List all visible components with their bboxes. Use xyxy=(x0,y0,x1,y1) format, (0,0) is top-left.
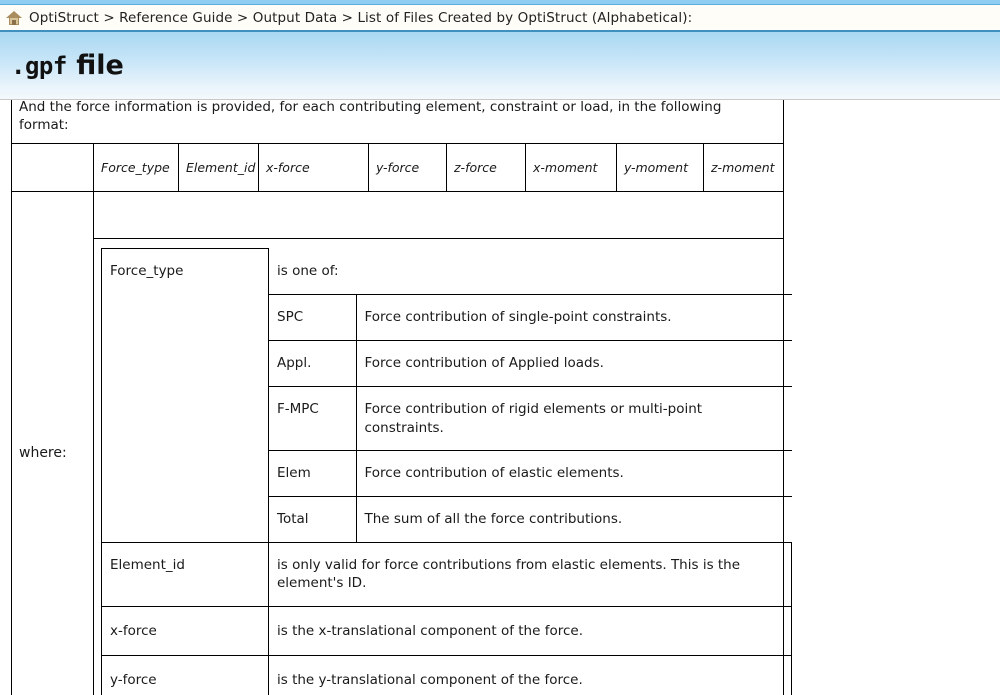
column-header-z-force: z-force xyxy=(446,143,526,193)
force-type-desc-appl: Force contribution of Applied loads. xyxy=(355,339,793,387)
force-type-name-elem: Elem xyxy=(269,450,357,498)
column-header-element-id: Element_id xyxy=(178,143,259,193)
document-content[interactable]: And the force information is provided, f… xyxy=(0,100,1000,695)
definitions-wrapper: Force_type is one of: SPC Force contribu… xyxy=(92,238,793,695)
column-header-y-moment: y-moment xyxy=(616,143,704,193)
force-type-options-table: is one of: SPC Force contribution of sin… xyxy=(269,248,793,543)
force-type-name-spc: SPC xyxy=(269,293,357,341)
definition-value-force-type: is one of: SPC Force contribution of sin… xyxy=(269,248,793,543)
column-header-force-type: Force_type xyxy=(93,143,179,193)
force-type-name-total: Total xyxy=(269,496,357,543)
force-type-row: Elem Force contribution of elastic eleme… xyxy=(269,450,793,498)
column-header-z-moment: z-moment xyxy=(702,143,785,193)
force-type-lead-row: is one of: xyxy=(269,248,793,295)
breadcrumb-path[interactable]: OptiStruct > Reference Guide > Output Da… xyxy=(29,10,692,26)
title-banner: .gpf file xyxy=(0,32,1000,100)
force-type-desc-spc: Force contribution of single-point const… xyxy=(355,293,793,341)
table-row-columns: Force_type Element_id x-force y-force z-… xyxy=(11,143,785,193)
where-label: where: xyxy=(11,191,94,695)
force-type-desc-elem: Force contribution of elastic elements. xyxy=(355,450,793,498)
force-type-row: Appl. Force contribution of Applied load… xyxy=(269,339,793,387)
column-header-y-force: y-force xyxy=(368,143,447,193)
force-type-name-fmpc: F-MPC xyxy=(269,385,357,452)
definition-row-element-id: Element_id is only valid for force contr… xyxy=(101,542,792,607)
breadcrumb: OptiStruct > Reference Guide > Output Da… xyxy=(0,5,1000,32)
page-title-mono: .gpf xyxy=(11,52,67,80)
definition-row-y-force: y-force is the y-translational component… xyxy=(101,654,792,695)
force-type-row: F-MPC Force contribution of rigid elemen… xyxy=(269,385,793,452)
definitions-table: Force_type is one of: SPC Force contribu… xyxy=(101,248,793,695)
intro-paragraph: And the force information is provided, f… xyxy=(10,100,785,145)
page-title-plain: file xyxy=(66,50,124,81)
force-type-row: SPC Force contribution of single-point c… xyxy=(269,293,793,341)
page-title: .gpf file xyxy=(11,50,124,81)
definition-term-element-id: Element_id xyxy=(101,542,269,607)
definition-desc-element-id: is only valid for force contributions fr… xyxy=(268,542,792,607)
force-type-name-appl: Appl. xyxy=(269,339,357,387)
column-header-blank xyxy=(11,143,94,193)
table-row-definitions: Force_type is one of: SPC Force contribu… xyxy=(12,238,793,695)
force-type-desc-fmpc: Force contribution of rigid elements or … xyxy=(355,385,793,452)
force-type-row: Total The sum of all the force contribut… xyxy=(269,496,793,543)
table-row-where: where: xyxy=(11,191,785,695)
format-table: And the force information is provided, f… xyxy=(10,100,793,695)
where-spacer-cell xyxy=(92,191,785,240)
definition-row-x-force: x-force is the x-translational component… xyxy=(101,605,792,656)
column-header-x-force: x-force xyxy=(258,143,369,193)
home-icon[interactable] xyxy=(6,10,22,26)
definition-term-x-force: x-force xyxy=(101,605,269,656)
table-row-intro: And the force information is provided, f… xyxy=(10,100,785,145)
definition-desc-x-force: is the x-translational component of the … xyxy=(268,605,792,656)
definition-term-force-type: Force_type xyxy=(101,248,269,544)
column-header-x-moment: x-moment xyxy=(525,143,617,193)
force-type-desc-total: The sum of all the force contributions. xyxy=(355,496,793,543)
definition-row-force-type: Force_type is one of: SPC Force contribu… xyxy=(101,248,793,544)
force-type-lead: is one of: xyxy=(269,248,793,295)
definition-term-y-force: y-force xyxy=(101,654,269,695)
definition-desc-y-force: is the y-translational component of the … xyxy=(268,654,792,695)
